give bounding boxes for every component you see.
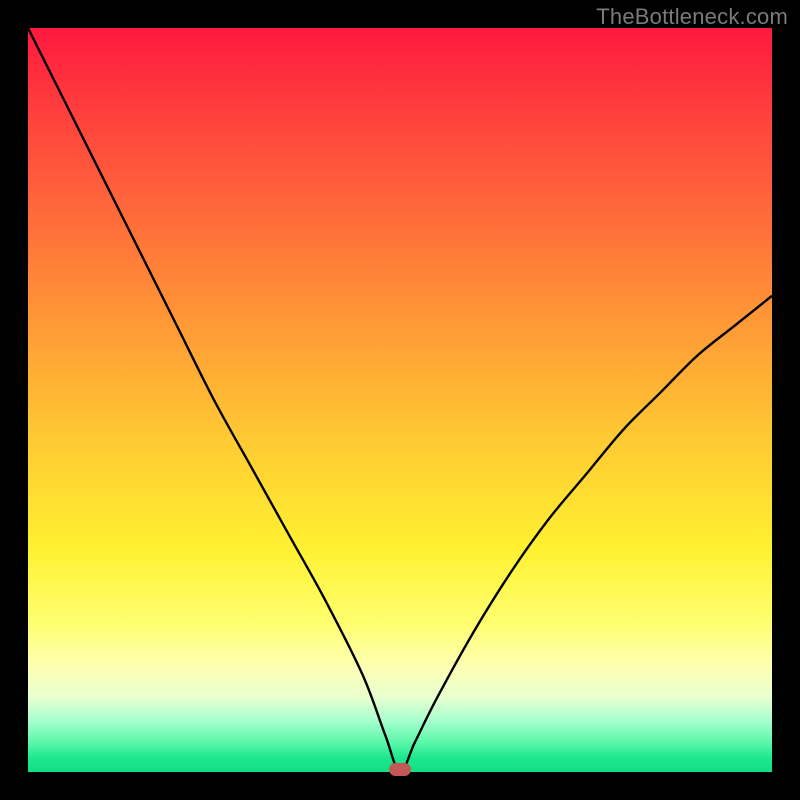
outer-frame: TheBottleneck.com	[0, 0, 800, 800]
watermark-text: TheBottleneck.com	[596, 4, 788, 30]
curve-path	[28, 28, 772, 772]
optimal-marker	[389, 763, 411, 776]
plot-area	[28, 28, 772, 772]
bottleneck-curve	[28, 28, 772, 772]
